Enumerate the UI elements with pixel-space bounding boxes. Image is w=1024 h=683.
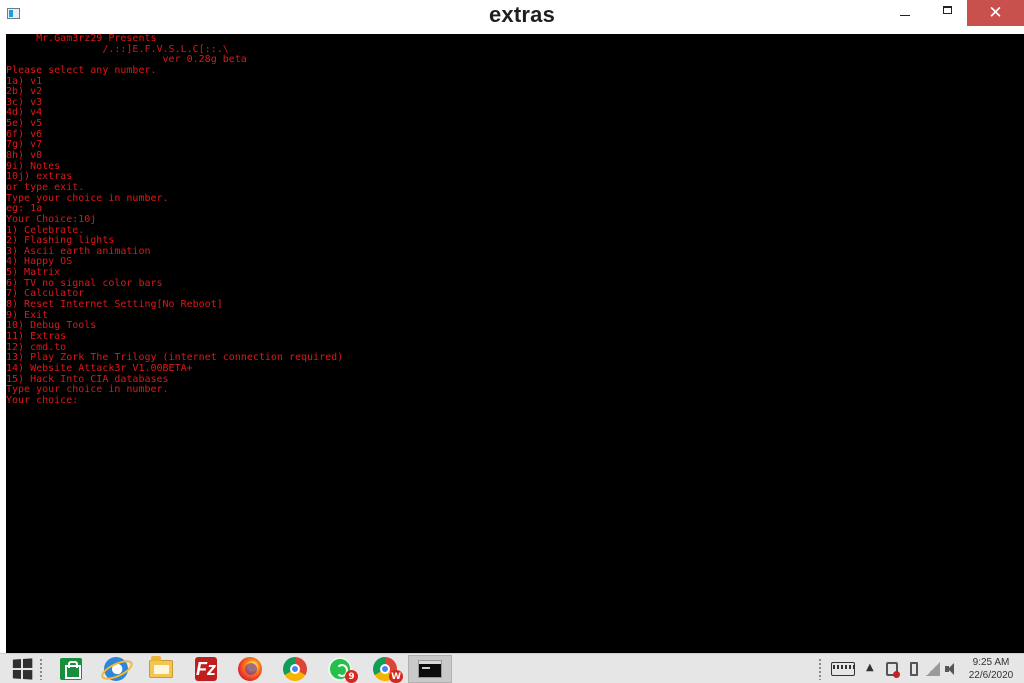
console-line: eg: 1a [6, 203, 43, 215]
console-line: Type your choice in number. [6, 192, 169, 204]
console-line: Type your choice in number. [6, 384, 169, 396]
keyboard-icon[interactable] [831, 662, 855, 676]
console-output: Mr.Gam3rz29 Presents /.::]E.F.V.S.L.C[::… [6, 34, 1024, 406]
ie-icon [104, 657, 128, 681]
console-line: 9) Exit [6, 309, 49, 321]
console-line: 5e) v5 [6, 118, 43, 130]
console-line: 6) TV no signal color bars [6, 277, 163, 289]
taskbar-item-firefox[interactable] [228, 655, 272, 683]
console-line: 2b) v2 [6, 86, 43, 98]
folder-icon [149, 656, 173, 678]
maximize-icon [942, 6, 952, 14]
console-line: 14) Website Attack3r V1.00BETA+ [6, 362, 193, 374]
console-line: ver 0.28g beta [6, 54, 247, 66]
start-button[interactable] [0, 655, 44, 683]
notification-badge: 9 [345, 670, 358, 683]
console-line: 11) Extras [6, 330, 67, 342]
taskbar-item-chrome[interactable] [273, 655, 317, 683]
battery-icon[interactable] [910, 662, 918, 676]
firefox-icon [238, 657, 262, 681]
tray-grip[interactable] [818, 658, 822, 680]
chrome-icon [283, 657, 307, 681]
console-line: 10j) extras [6, 171, 73, 183]
console-line: 3c) v3 [6, 96, 43, 108]
taskbar-item-store[interactable] [49, 655, 93, 683]
volume-icon[interactable] [945, 662, 957, 676]
console-line: 10) Debug Tools [6, 320, 97, 332]
maximize-button[interactable] [924, 0, 970, 26]
console-line: 7g) v7 [6, 139, 43, 151]
console-window[interactable]: Mr.Gam3rz29 Presents /.::]E.F.V.S.L.C[::… [6, 34, 1024, 653]
clock[interactable]: 9:25 AM 22/6/2020 [962, 656, 1020, 682]
taskbar-item-chrome-profile[interactable]: W [363, 655, 407, 683]
taskbar: Fz 9 W ▲ 9:25 AM 22/6/2020 [0, 653, 1024, 683]
windows-logo-icon [12, 658, 33, 680]
taskbar-item-internet-explorer[interactable] [94, 655, 138, 683]
console-line: 8) Reset Internet Setting[No Reboot] [6, 299, 223, 311]
store-icon [60, 658, 82, 680]
chevron-up-icon[interactable]: ▲ [866, 662, 874, 673]
console-line: 4d) v4 [6, 107, 43, 119]
console-line: or type exit. [6, 181, 85, 193]
console-line: 2) Flashing lights [6, 235, 115, 247]
console-line: 9i) Notes [6, 160, 61, 172]
minimize-button[interactable] [882, 0, 928, 26]
taskbar-item-filezilla[interactable]: Fz [184, 655, 228, 683]
console-line: 8h) v8 [6, 150, 43, 162]
close-button[interactable]: ✕ [967, 0, 1024, 26]
cmd-icon [418, 660, 442, 678]
clock-time: 9:25 AM [972, 657, 1010, 668]
console-line: Please select any number. [6, 64, 157, 76]
filezilla-icon: Fz [195, 657, 217, 681]
taskbar-grip[interactable] [39, 658, 43, 680]
security-alert-icon[interactable] [886, 662, 900, 678]
console-line: 1a) v1 [6, 75, 43, 87]
network-signal-icon[interactable] [926, 662, 940, 676]
taskbar-item-file-explorer[interactable] [139, 655, 183, 683]
profile-badge: W [389, 670, 403, 683]
minimize-icon [900, 14, 910, 16]
console-line: Your choice: [6, 394, 79, 406]
console-line: 4) Happy OS [6, 256, 73, 268]
console-line: 3) Ascii earth animation [6, 245, 151, 257]
console-line: 1) Celebrate. [6, 224, 85, 236]
console-line: 6f) v6 [6, 128, 43, 140]
clock-date: 22/6/2020 [968, 670, 1014, 681]
title-bar[interactable]: extras ✕ [0, 0, 1024, 34]
console-line: Your Choice:10j [6, 213, 97, 225]
close-icon: ✕ [988, 3, 1003, 22]
taskbar-item-whatsapp[interactable]: 9 [318, 655, 362, 683]
taskbar-item-command-prompt[interactable] [408, 655, 452, 683]
window-title: extras [488, 2, 556, 27]
